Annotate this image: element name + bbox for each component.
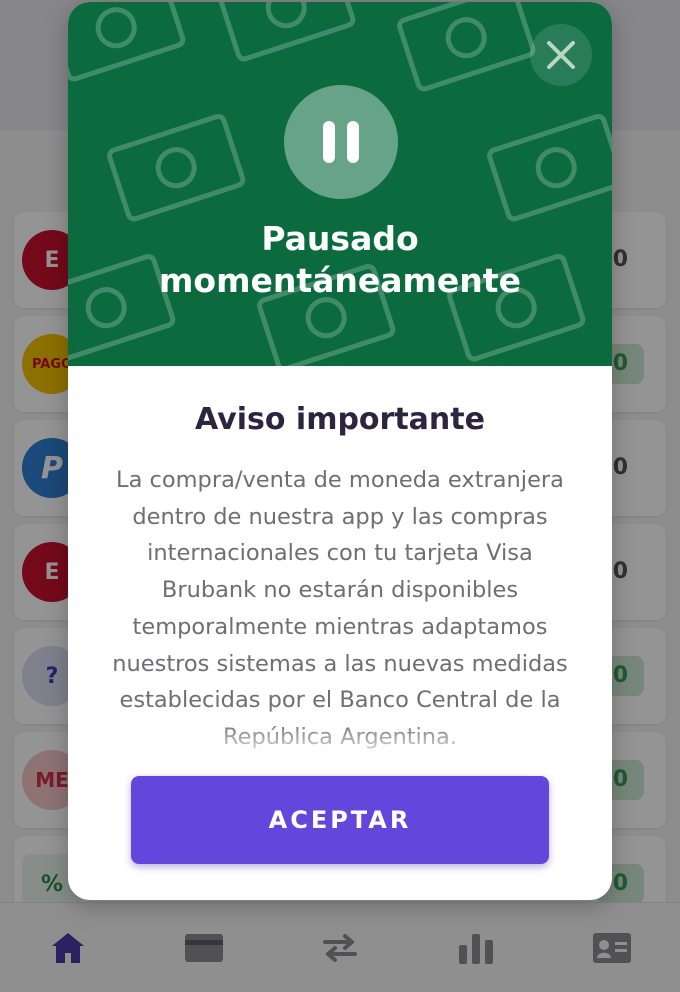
notice-modal: Pausado momentáneamente Aviso importante… [68,2,612,900]
accept-button[interactable]: ACEPTAR [131,776,549,864]
close-icon [547,41,575,69]
notice-body-scroll[interactable]: La compra/venta de moneda extranjera den… [108,462,572,762]
pause-indicator [284,85,398,199]
pause-icon [323,121,359,163]
notice-body: La compra/venta de moneda extranjera den… [112,467,568,750]
hero-title-line-2: momentáneamente [159,261,521,300]
hero-title: Pausado momentáneamente [68,218,612,302]
modal-hero: Pausado momentáneamente [68,2,612,366]
scroll-fade [108,722,572,762]
hero-title-line-1: Pausado [261,219,419,258]
close-button[interactable] [530,24,592,86]
notice-title: Aviso importante [195,402,485,437]
